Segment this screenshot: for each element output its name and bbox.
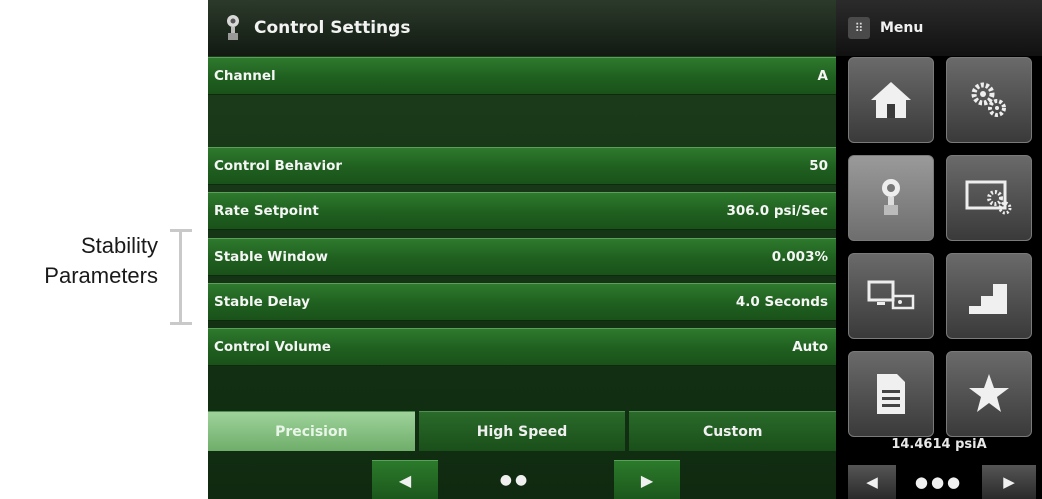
- mode-precision-button[interactable]: Precision: [208, 411, 415, 451]
- setting-row-stable-delay[interactable]: Stable Delay 4.0 Seconds: [208, 283, 836, 321]
- pressure-readout: 14.4614 psiA: [891, 437, 987, 452]
- setting-label: Control Behavior: [214, 158, 343, 174]
- remote-display-icon: [867, 280, 915, 310]
- menu-label: Menu: [880, 20, 924, 36]
- setting-value: Auto: [792, 339, 828, 355]
- setting-value: 4.0 Seconds: [735, 294, 828, 310]
- step-tile[interactable]: [946, 253, 1032, 339]
- favorites-tile[interactable]: [946, 351, 1032, 437]
- title-bar: Control Settings: [208, 0, 836, 56]
- page-nav: ◀ ●● ▶: [208, 460, 836, 499]
- home-tile[interactable]: [848, 57, 934, 143]
- menu-panel: ⠿ Menu 14.4614 psiA ◀ ●●● ▶: [836, 0, 1042, 499]
- setting-label: Rate Setpoint: [214, 203, 319, 219]
- star-icon: [969, 374, 1009, 412]
- setting-label: Channel: [214, 68, 276, 84]
- setting-value: 306.0 psi/Sec: [726, 203, 828, 219]
- display-settings-tile[interactable]: [946, 155, 1032, 241]
- setting-value: 0.003%: [771, 249, 828, 265]
- mode-high-speed-button[interactable]: High Speed: [418, 411, 626, 451]
- setting-row-rate-setpoint[interactable]: Rate Setpoint 306.0 psi/Sec: [208, 192, 836, 230]
- remote-display-tile[interactable]: [848, 253, 934, 339]
- setting-label: Stable Window: [214, 249, 328, 265]
- menu-page-indicator: ●●●: [900, 465, 978, 499]
- setting-value: 50: [809, 158, 828, 174]
- annotation-line-2: Parameters: [44, 263, 158, 288]
- setting-row-channel[interactable]: Channel A: [208, 57, 836, 95]
- page-indicator: ●●: [499, 471, 531, 488]
- home-icon: [871, 82, 911, 118]
- mode-custom-button[interactable]: Custom: [629, 411, 837, 451]
- setting-row-stable-window[interactable]: Stable Window 0.003%: [208, 238, 836, 276]
- page-title: Control Settings: [254, 18, 411, 38]
- step-icon: [969, 284, 1007, 314]
- settings-panel: Control Settings Channel A Control Behav…: [208, 0, 837, 499]
- menu-button[interactable]: ⠿ Menu: [836, 0, 1042, 56]
- settings-tile[interactable]: [946, 57, 1032, 143]
- next-page-button[interactable]: ▶: [614, 460, 680, 499]
- document-tile[interactable]: [848, 351, 934, 437]
- setting-row-control-volume[interactable]: Control Volume Auto: [208, 328, 836, 366]
- prev-page-button[interactable]: ◀: [372, 460, 438, 499]
- menu-next-button[interactable]: ▶: [982, 465, 1036, 499]
- pressure-gauge-icon: [227, 15, 239, 40]
- menu-prev-button[interactable]: ◀: [848, 465, 896, 499]
- setting-label: Stable Delay: [214, 294, 310, 310]
- gears-icon: [971, 82, 1006, 117]
- pressure-gauge-icon: [882, 179, 900, 215]
- document-icon: [877, 374, 905, 414]
- annotation-bracket: [170, 229, 192, 325]
- grid-menu-icon: ⠿: [848, 17, 870, 39]
- mode-selector: Precision High Speed Custom: [208, 411, 837, 451]
- control-tile[interactable]: [848, 155, 934, 241]
- display-settings-icon: [965, 180, 1012, 215]
- setting-label: Control Volume: [214, 339, 331, 355]
- setting-row-control-behavior[interactable]: Control Behavior 50: [208, 147, 836, 185]
- annotation-line-1: Stability: [80, 233, 158, 258]
- device-screen: Control Settings Channel A Control Behav…: [208, 0, 1042, 499]
- setting-value: A: [817, 68, 828, 84]
